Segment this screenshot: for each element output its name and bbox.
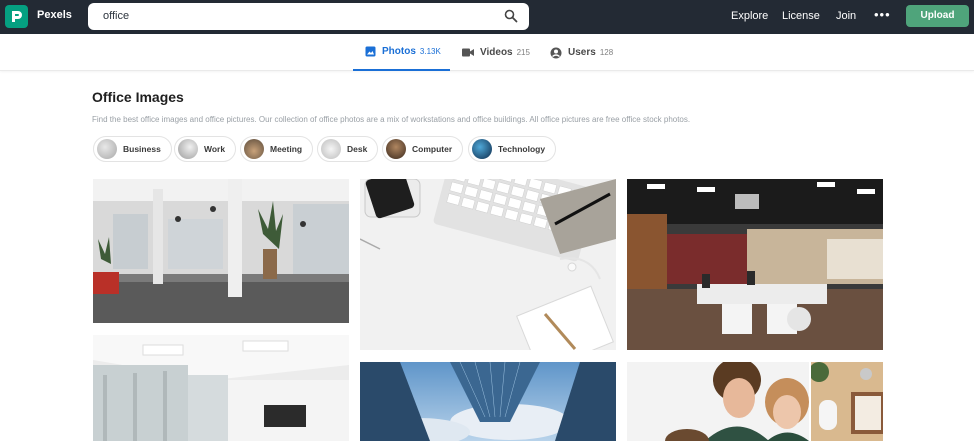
photo-icon [365,46,376,57]
chip-desk-label: Desk [347,144,368,154]
video-camera-icon [462,48,474,57]
upload-button[interactable]: Upload [906,5,969,27]
tab-photos-count: 3.13K [419,47,441,56]
search-bar[interactable]: office [88,3,529,30]
chip-meeting-thumbnail [244,139,264,159]
top-navbar: Pexels office Explore License Join ••• U… [0,0,974,34]
photo-glass-office[interactable] [93,335,349,441]
chip-desk-thumbnail [321,139,341,159]
search-icon[interactable] [504,9,518,23]
tab-photos[interactable]: Photos 3.13K [353,34,450,71]
page-title: Office Images [92,89,184,105]
nav-join[interactable]: Join [836,10,856,22]
chip-desk[interactable]: Desk [317,136,379,162]
tab-users-label: Users [568,47,596,58]
chip-work[interactable]: Work [174,136,237,162]
chip-technology-label: Technology [498,144,546,154]
chip-computer-thumbnail [386,139,406,159]
photo-skyscrapers[interactable] [360,362,616,441]
nav-license[interactable]: License [782,10,820,22]
photo-desk-flatlay[interactable] [360,179,616,350]
brand-name[interactable]: Pexels [37,9,72,21]
chip-computer[interactable]: Computer [382,136,464,162]
tab-videos-label: Videos [480,47,513,58]
photo-team-meeting[interactable] [627,362,809,441]
photo-open-office[interactable] [93,179,349,323]
search-input[interactable]: office [103,10,129,22]
chip-computer-label: Computer [412,144,453,154]
chip-business-label: Business [123,144,161,154]
chip-business[interactable]: Business [93,136,172,162]
chip-technology[interactable]: Technology [468,136,557,162]
page-description: Find the best office images and office p… [92,115,691,124]
photo-modern-workspace[interactable] [627,179,883,350]
chip-technology-thumbnail [472,139,492,159]
chip-business-thumbnail [97,139,117,159]
media-type-tabs: Photos 3.13K Videos 215 Users 128 [0,34,974,71]
tab-videos[interactable]: Videos 215 [462,34,530,71]
tab-photos-label: Photos [382,46,416,57]
chip-meeting-label: Meeting [270,144,303,154]
tab-users-count: 128 [599,48,614,57]
photo-desk-items[interactable] [811,362,883,441]
chip-meeting[interactable]: Meeting [240,136,314,162]
chip-work-thumbnail [178,139,198,159]
chip-work-label: Work [204,144,226,154]
nav-explore[interactable]: Explore [731,10,768,22]
tab-videos-count: 215 [516,48,530,57]
pexels-logo-icon[interactable] [5,5,28,28]
tab-users[interactable]: Users 128 [550,34,613,71]
more-menu-icon[interactable]: ••• [874,7,891,22]
user-icon [550,47,562,58]
